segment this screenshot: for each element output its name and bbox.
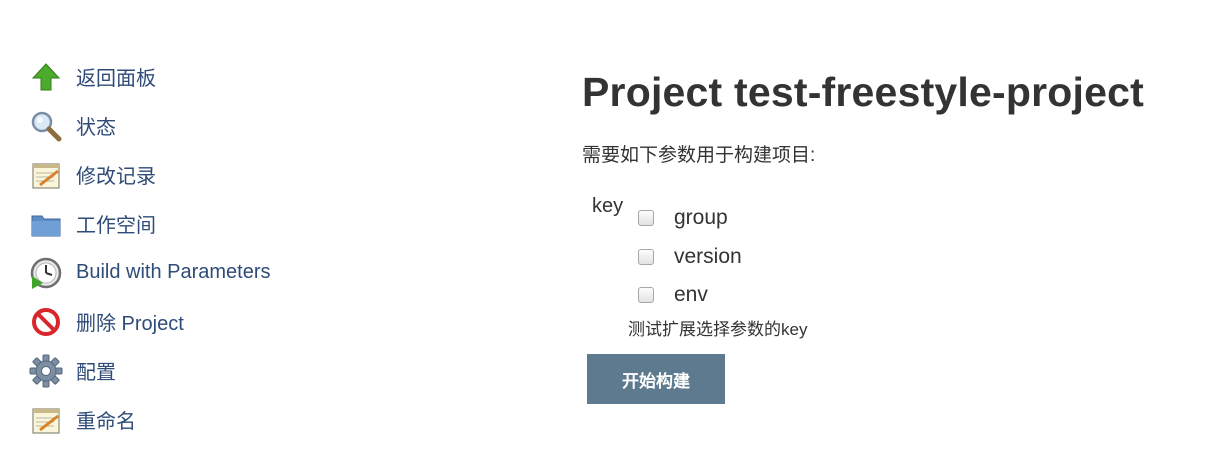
clock-build-icon <box>28 255 64 291</box>
notepad-icon <box>28 157 64 193</box>
parameter-description: 测试扩展选择参数的key <box>628 320 808 339</box>
page-title: Project test-freestyle-project <box>582 69 1144 115</box>
main-content: Project test-freestyle-project 需要如下参数用于构… <box>582 66 1202 339</box>
notepad-icon <box>28 402 64 438</box>
option-group[interactable]: group <box>638 199 742 238</box>
sidebar-item-label: 状态 <box>76 117 116 139</box>
parameter-key: key group version env 测试扩展选择参数的key <box>582 195 1202 339</box>
up-arrow-icon <box>28 59 64 95</box>
option-env[interactable]: env <box>638 276 742 315</box>
parameter-name: key <box>592 195 624 217</box>
jenkins-page: 返回面板 状态 修改记录 工作空间 Build with Parameters … <box>0 0 1216 460</box>
sidebar-item-label: 工作空间 <box>76 215 156 237</box>
checkbox[interactable] <box>638 287 654 304</box>
checkbox[interactable] <box>638 210 654 227</box>
option-label: version <box>674 244 742 268</box>
sidebar: 返回面板 状态 修改记录 工作空间 Build with Parameters … <box>28 52 358 444</box>
sidebar-item-back-to-dashboard[interactable]: 返回面板 <box>28 52 358 101</box>
sidebar-item-configure[interactable]: 配置 <box>28 346 358 395</box>
option-version[interactable]: version <box>638 238 742 277</box>
search-icon <box>28 108 64 144</box>
gear-icon <box>28 353 64 389</box>
checkbox[interactable] <box>638 248 654 265</box>
build-button[interactable]: 开始构建 <box>587 354 725 404</box>
sidebar-item-workspace[interactable]: 工作空间 <box>28 199 358 248</box>
sidebar-item-label: 修改记录 <box>76 166 156 188</box>
no-entry-icon <box>28 304 64 340</box>
sidebar-item-status[interactable]: 状态 <box>28 101 358 150</box>
parameters-intro: 需要如下参数用于构建项目: <box>582 145 816 166</box>
sidebar-item-rename[interactable]: 重命名 <box>28 395 358 444</box>
sidebar-item-build-with-parameters[interactable]: Build with Parameters <box>28 248 358 297</box>
sidebar-item-label: Build with Parameters <box>76 261 271 283</box>
sidebar-item-label: 重命名 <box>76 411 136 433</box>
sidebar-item-changes[interactable]: 修改记录 <box>28 150 358 199</box>
sidebar-item-label: 删除 Project <box>76 313 184 335</box>
folder-icon <box>28 206 64 242</box>
sidebar-item-label: 返回面板 <box>76 68 156 90</box>
option-label: group <box>674 206 728 230</box>
sidebar-item-label: 配置 <box>76 362 116 384</box>
sidebar-item-delete-project[interactable]: 删除 Project <box>28 297 358 346</box>
option-label: env <box>674 283 708 307</box>
parameter-options: group version env <box>638 199 742 315</box>
